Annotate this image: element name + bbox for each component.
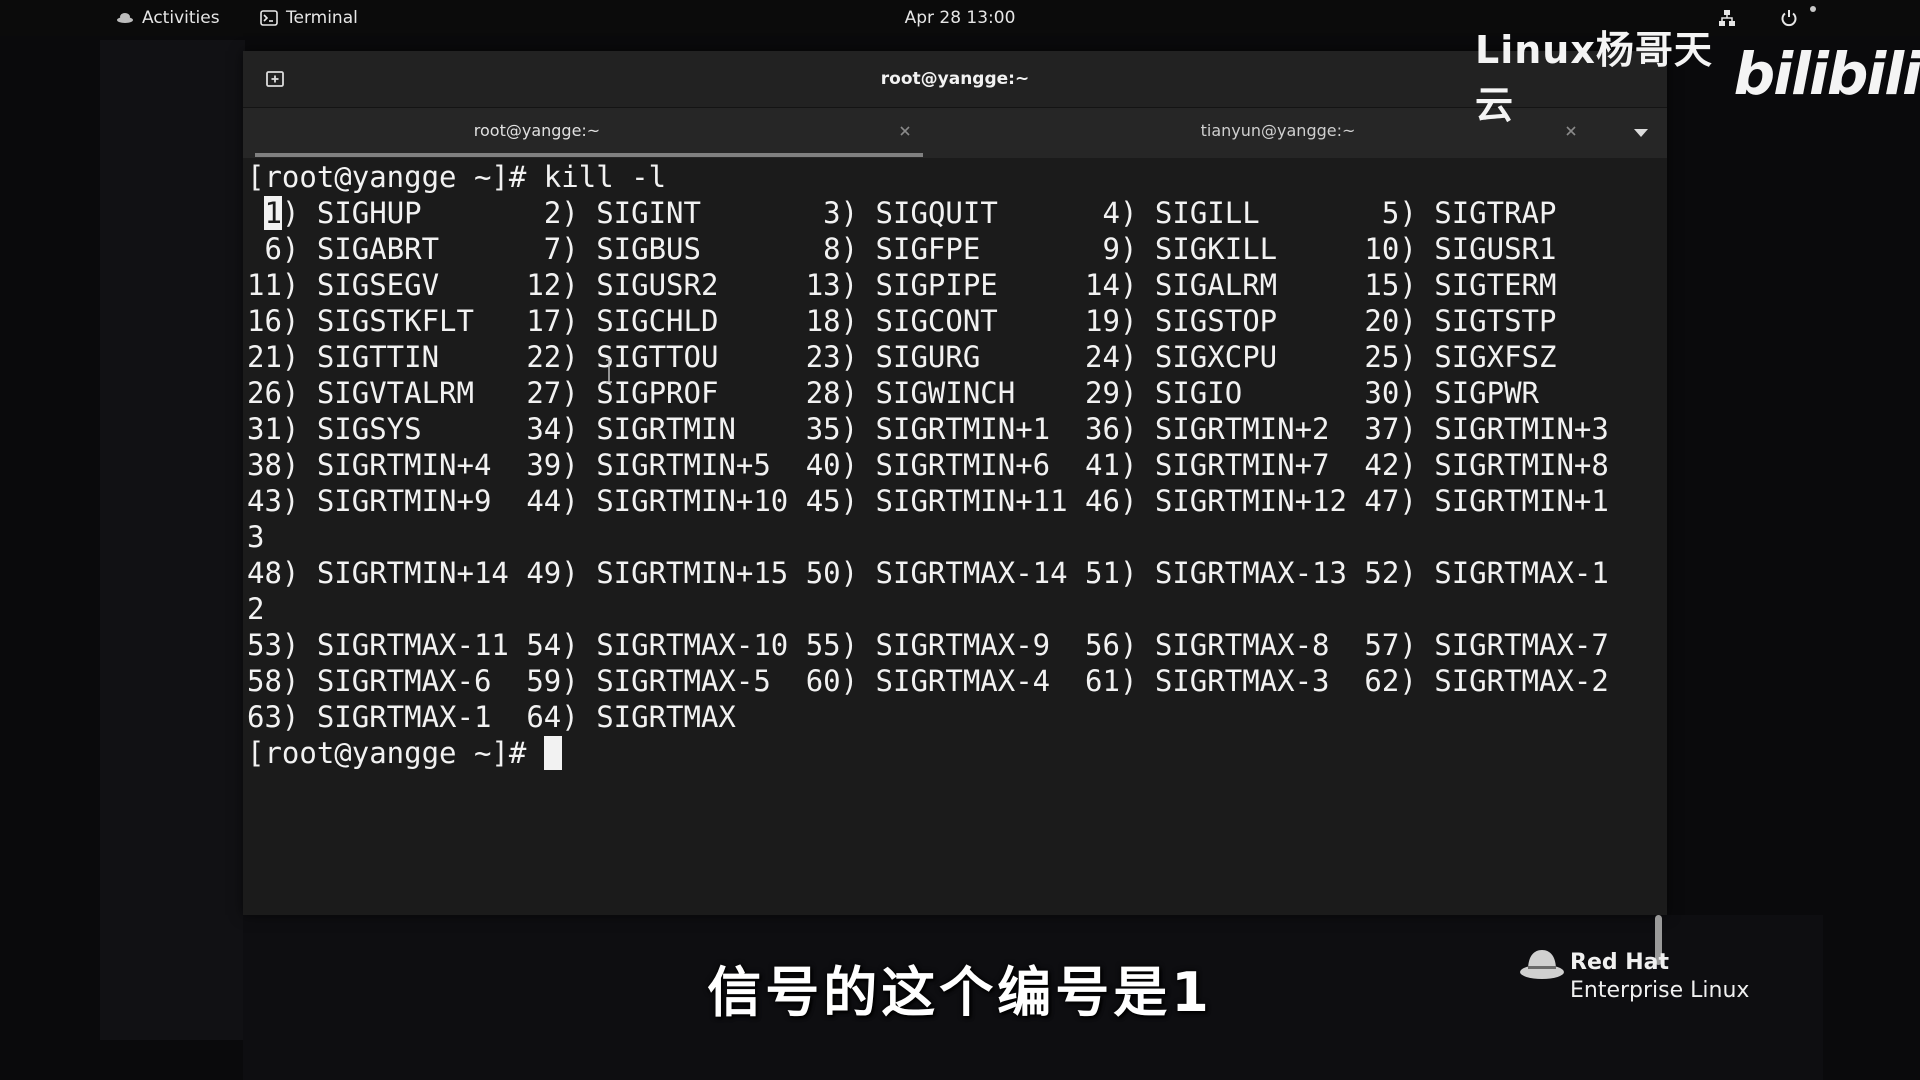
- terminal-area[interactable]: [root@yangge ~]# kill -l 1) SIGHUP 2) SI…: [243, 159, 1667, 965]
- network-icon[interactable]: [1718, 0, 1736, 36]
- tab-bar: root@yangge:~ tianyun@yangge:~: [243, 108, 1667, 158]
- tab-root[interactable]: root@yangge:~: [255, 108, 923, 158]
- chevron-down-icon: [1634, 129, 1648, 137]
- header-bar: root@yangge:~: [243, 51, 1667, 108]
- text-cursor: [543, 736, 562, 770]
- desktop-background: [100, 40, 245, 1040]
- signal-list: ) SIGHUP 2) SIGINT 3) SIGQUIT 4) SIGILL …: [247, 196, 1609, 734]
- brand-product: Enterprise Linux: [1570, 978, 1750, 1003]
- clock-label: Apr 28 13:00: [904, 8, 1016, 28]
- power-icon[interactable]: [1780, 0, 1798, 36]
- status-dot: [1810, 6, 1816, 12]
- active-tab-indicator: [255, 153, 923, 157]
- prompt: [root@yangge ~]#: [247, 736, 544, 770]
- bilibili-logo: bilibili: [1733, 40, 1920, 108]
- terminal-window: root@yangge:~ root@yangge:~ tianyun@yang…: [243, 51, 1667, 965]
- watermark-text: Linux杨哥天云: [1475, 28, 1713, 127]
- watermark: Linux杨哥天云 bilibili: [1475, 28, 1920, 127]
- selected-text: 1: [264, 196, 282, 230]
- close-icon: [900, 126, 910, 136]
- redhat-logo-icon: [1520, 950, 1564, 979]
- window-title: root@yangge:~: [880, 69, 1030, 89]
- brand-name: Red Hat: [1570, 950, 1670, 975]
- ibeam-cursor-icon: [606, 359, 612, 383]
- tab-root-label: root@yangge:~: [473, 121, 601, 140]
- terminal-output: [root@yangge ~]# kill -l 1) SIGHUP 2) SI…: [247, 159, 1647, 899]
- command-line: [root@yangge ~]# kill -l: [247, 160, 667, 194]
- tab-root-close-button[interactable]: [895, 121, 915, 141]
